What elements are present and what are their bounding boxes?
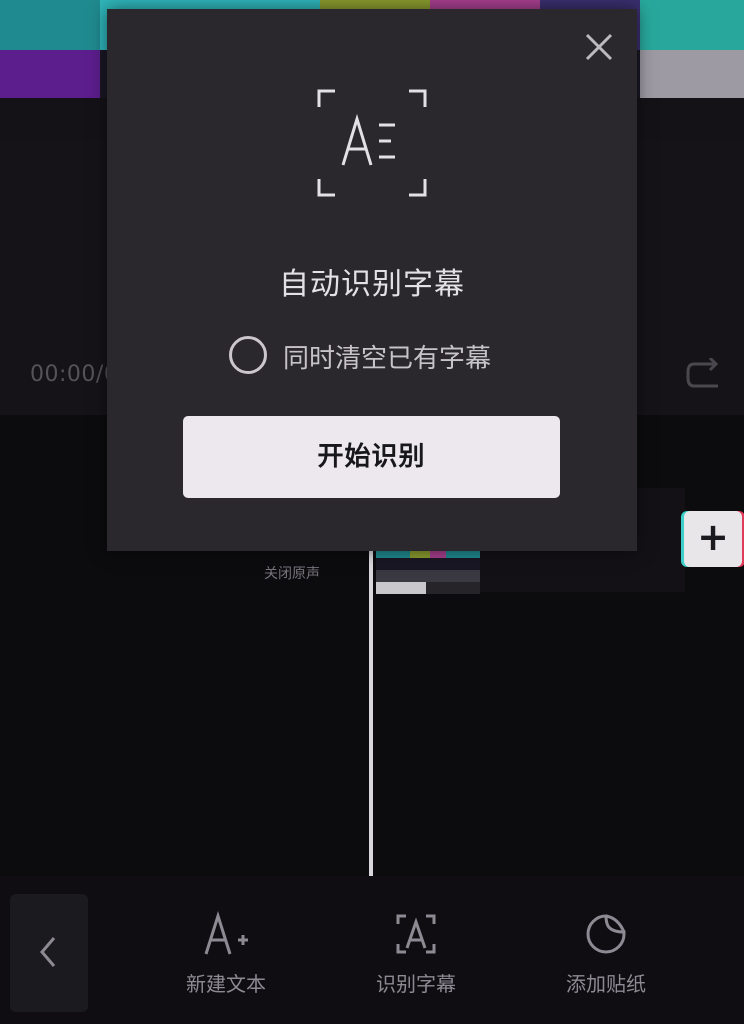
back-button[interactable] xyxy=(10,894,88,1012)
new-text-tool[interactable]: 新建文本 xyxy=(156,904,296,1004)
add-sticker-label: 添加贴纸 xyxy=(566,972,646,996)
clear-captions-label: 同时清空已有字幕 xyxy=(283,344,492,374)
auto-caption-dialog: 自动识别字幕 同时清空已有字幕 开始识别 xyxy=(107,9,637,551)
video-editor-screen: 00:00/0 关闭原声 + 新建文本 识别字幕 添加贴纸 自动识别字幕 同时清… xyxy=(0,0,744,1024)
caption-recognition-icon xyxy=(317,89,427,197)
dialog-title: 自动识别字幕 xyxy=(279,267,465,302)
recognize-captions-tool[interactable]: 识别字幕 xyxy=(346,904,486,1004)
time-code: 00:00/0 xyxy=(30,362,119,387)
add-clip-button[interactable]: + xyxy=(684,511,742,567)
recognize-captions-icon xyxy=(396,914,436,954)
recognize-captions-label: 识别字幕 xyxy=(376,972,456,996)
mute-original-audio-label[interactable]: 关闭原声 xyxy=(264,563,320,583)
clear-captions-radio[interactable] xyxy=(229,336,267,374)
redo-icon[interactable] xyxy=(686,358,722,392)
close-icon[interactable] xyxy=(583,31,615,63)
chevron-left-icon xyxy=(40,937,56,967)
clear-existing-captions-option[interactable]: 同时清空已有字幕 xyxy=(229,333,529,377)
start-recognition-button[interactable]: 开始识别 xyxy=(183,416,560,498)
sticker-icon xyxy=(586,914,626,954)
add-text-icon xyxy=(204,911,248,955)
add-sticker-tool[interactable]: 添加贴纸 xyxy=(536,904,676,1004)
new-text-label: 新建文本 xyxy=(186,972,266,996)
clip-thumbnail[interactable] xyxy=(376,548,480,594)
